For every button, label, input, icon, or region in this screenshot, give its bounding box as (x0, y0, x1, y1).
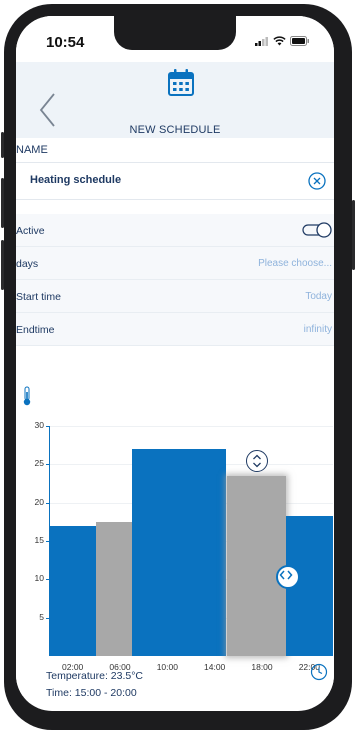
mute-switch (1, 132, 4, 158)
temperature-chart: 30 25 20 15 10 5 02:00 06:00 10:00 14:00 18:00 22:0… (16, 376, 334, 696)
clock-icon[interactable] (310, 663, 328, 681)
notch (114, 16, 236, 50)
y-tick-mark (46, 502, 50, 504)
volume-down-button (1, 240, 4, 290)
active-toggle[interactable] (302, 222, 332, 238)
x-tick-label: 10:00 (156, 662, 178, 672)
name-value: Heating schedule (30, 174, 122, 186)
y-tick-label: 15 (34, 535, 44, 545)
signal-icon (255, 37, 268, 46)
y-tick-label: 10 (34, 573, 44, 584)
start-time-value: Today (305, 291, 332, 302)
volume-up-button (1, 178, 4, 228)
name-field[interactable]: Heating schedule (16, 162, 334, 200)
y-tick-label: 20 (34, 496, 44, 507)
start-time-label: Start time (16, 291, 61, 303)
app-screen: 10:54 NEW SCHEDULE NAME Heating schedule… (16, 16, 334, 711)
wifi-icon (273, 36, 286, 46)
time-readout: Time: 15:00 - 20:00 (46, 687, 137, 699)
vertical-drag-handle-icon[interactable] (246, 449, 269, 472)
bar[interactable] (185, 449, 227, 656)
y-tick-mark (46, 426, 50, 427)
y-tick-mark (46, 464, 50, 466)
end-time-row[interactable]: Endtime infinity (16, 313, 334, 346)
status-time: 10:54 (46, 34, 85, 51)
active-row[interactable]: Active (16, 214, 334, 247)
days-value: Please choose... (258, 258, 332, 269)
power-button (352, 200, 355, 270)
end-time-value: infinity (303, 324, 332, 335)
page-title: NEW SCHEDULE (129, 124, 221, 136)
bar-selected[interactable] (226, 475, 286, 656)
start-time-row[interactable]: Start time Today (16, 280, 334, 313)
selection-info: Temperature: 23.5°C Time: 15:00 - 20:00 (46, 668, 143, 702)
horizontal-drag-handle-icon[interactable] (275, 565, 300, 590)
active-label: Active (16, 225, 45, 237)
bar[interactable] (49, 525, 97, 656)
battery-icon (290, 36, 309, 46)
x-tick-label: 18:00 (251, 662, 273, 672)
calendar-icon (168, 69, 194, 96)
end-time-label: Endtime (16, 324, 55, 336)
bar[interactable] (131, 449, 186, 656)
name-label: NAME (16, 144, 48, 156)
clear-icon[interactable] (306, 170, 328, 192)
x-tick-label: 14:00 (204, 662, 226, 672)
temperature-readout: Temperature: 23.5°C (46, 670, 143, 682)
y-tick-label: 25 (34, 458, 44, 469)
days-row[interactable]: days Please choose... (16, 247, 334, 280)
navigation-bar: NEW SCHEDULE (16, 62, 334, 138)
status-icons (255, 36, 310, 46)
chart-plot-area[interactable]: 30 25 20 15 10 5 02:00 06:00 10:00 14:00 18:00 22:0… (16, 376, 334, 676)
y-tick-label: 30 (34, 420, 44, 430)
status-bar: 10:54 (16, 16, 334, 62)
days-label: days (16, 258, 39, 270)
grid-line (49, 426, 333, 427)
bar[interactable] (96, 521, 132, 656)
y-tick-label: 5 (39, 611, 44, 622)
